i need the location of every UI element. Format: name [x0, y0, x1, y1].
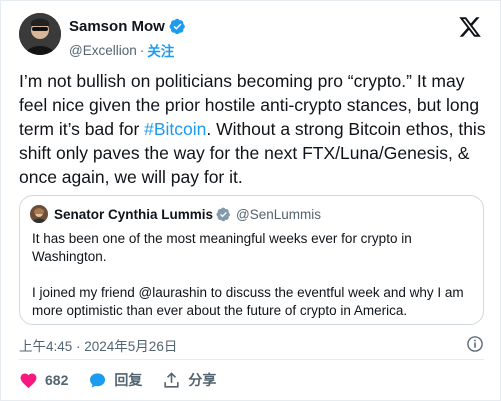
info-icon[interactable] [466, 335, 484, 353]
share-button[interactable]: 分享 [162, 370, 216, 390]
author-avatar[interactable] [19, 13, 61, 55]
author-name[interactable]: Samson Mow [69, 18, 165, 35]
action-bar: 682 回复 分享 [19, 369, 236, 391]
tweet-header: Samson Mow @Excellion · 关注 [19, 13, 486, 59]
quoted-tweet-text: It has been one of the most meaningful w… [32, 230, 477, 320]
tweet-text: I’m not bullish on politicians becoming … [19, 69, 489, 189]
quoted-paragraph-1: It has been one of the most meaningful w… [32, 231, 412, 264]
reply-icon [90, 372, 106, 388]
author-handle[interactable]: @Excellion [69, 43, 137, 58]
share-icon [164, 371, 179, 388]
follow-button[interactable]: 关注 [147, 40, 174, 60]
quoted-author-handle[interactable]: @SenLummis [236, 207, 321, 222]
quoted-tweet[interactable]: Senator Cynthia Lummis @SenLummis It has… [19, 195, 484, 325]
separator-dot: · [139, 42, 145, 58]
timestamp[interactable]: 上午4:45 · 2024年5月26日 [19, 339, 177, 354]
quoted-author-name[interactable]: Senator Cynthia Lummis [54, 207, 213, 222]
share-label: 分享 [188, 372, 217, 388]
like-count: 682 [45, 372, 69, 388]
quoted-verified-badge-icon [216, 207, 231, 222]
reply-button[interactable]: 回复 [88, 370, 142, 390]
heart-icon [20, 373, 37, 388]
author-name-row: Samson Mow [69, 18, 186, 35]
divider [19, 359, 484, 360]
hashtag-link[interactable]: #Bitcoin [144, 119, 206, 139]
reply-label: 回复 [114, 372, 143, 388]
author-handle-row: @Excellion · 关注 [69, 40, 174, 60]
quoted-paragraph-2: I joined my friend @laurashin to discuss… [32, 285, 464, 318]
x-logo-icon[interactable] [458, 15, 482, 39]
tweet-card: Samson Mow @Excellion · 关注 I’m not bulli… [0, 0, 501, 401]
quoted-author-avatar[interactable] [30, 205, 48, 223]
tweet-meta: 上午4:45 · 2024年5月26日 [19, 335, 484, 354]
quoted-tweet-header: Senator Cynthia Lummis @SenLummis [30, 204, 321, 224]
verified-badge-icon [169, 18, 186, 35]
like-button[interactable]: 682 [19, 371, 68, 390]
